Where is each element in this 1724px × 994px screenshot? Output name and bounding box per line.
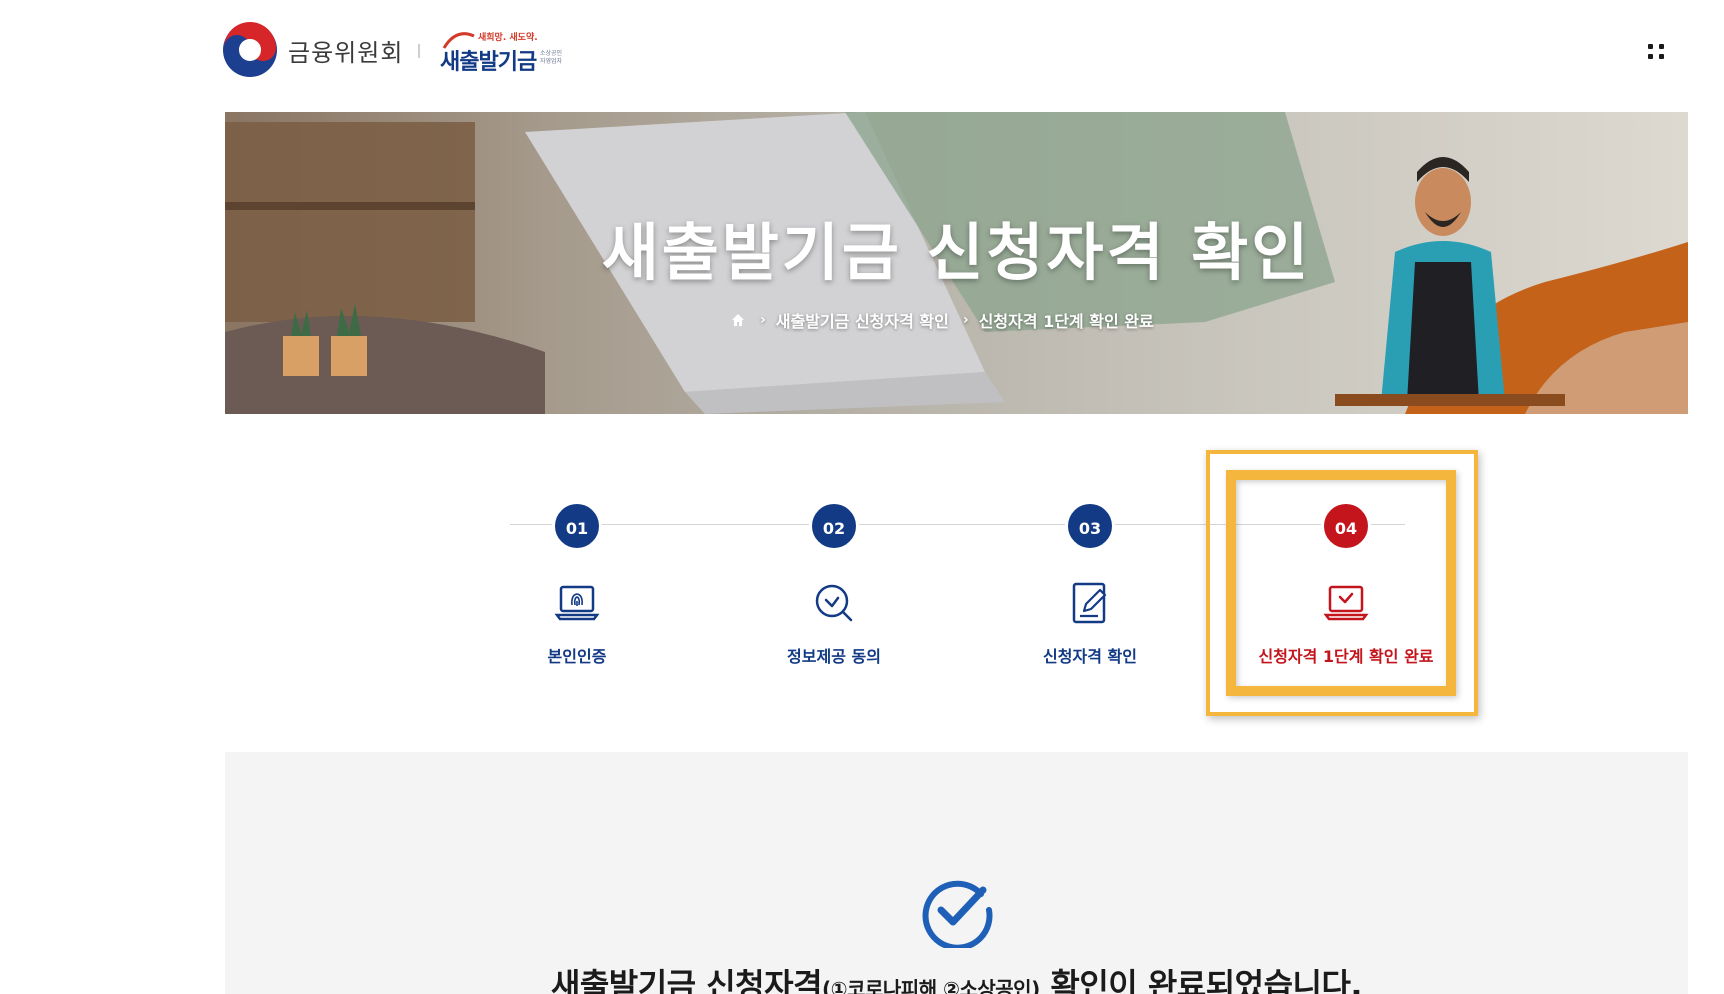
- breadcrumb-separator: ›: [760, 312, 766, 328]
- step-1: 01 본인인증: [467, 501, 687, 667]
- site-header: 금융위원회 새희망. 새도약. 새출발기금 소상공인 자영업자: [0, 0, 1724, 104]
- step-label: 본인인증: [547, 647, 607, 666]
- menu-button[interactable]: [1646, 40, 1670, 64]
- fund-logo[interactable]: 새희망. 새도약. 새출발기금 소상공인 자영업자: [438, 26, 570, 75]
- home-icon[interactable]: [730, 312, 746, 328]
- document-edit-icon: [1072, 582, 1107, 624]
- fund-slogan: 새희망. 새도약.: [478, 33, 538, 43]
- fingerprint-laptop-icon: [554, 585, 600, 621]
- step-number: 01: [552, 501, 602, 551]
- step-number: 02: [809, 501, 859, 551]
- step-2: 02 정보제공 동의: [724, 501, 944, 667]
- search-check-icon: [815, 584, 853, 622]
- logo-divider: [418, 44, 420, 58]
- grid-dots-icon: [1659, 44, 1664, 49]
- check-circle-icon: [922, 880, 993, 948]
- grid-dots-icon: [1659, 54, 1664, 59]
- fsc-logo[interactable]: 금융위원회: [222, 22, 403, 78]
- fund-sub: 소상공인 자영업자: [540, 50, 563, 65]
- grid-dots-icon: [1648, 54, 1653, 59]
- result-message-main: 새출발기금 신청자격: [550, 966, 823, 994]
- step-label: 정보제공 동의: [787, 647, 881, 666]
- step-3: 03 신청자격 확인: [980, 501, 1200, 667]
- result-panel: 새출발기금 신청자격(①코로나피해 ②소상공인) 확인이 완료되었습니다.: [225, 752, 1688, 994]
- fund-name: 새출발기금: [440, 50, 537, 75]
- grid-dots-icon: [1648, 44, 1653, 49]
- result-message-detail: (①코로나피해 ②소상공인): [822, 977, 1040, 994]
- breadcrumb-item-stage1-complete[interactable]: 신청자격 1단계 확인 완료: [979, 308, 1154, 332]
- hero-banner: 새출발기금 신청자격 확인 › 새출발기금 신청자격 확인 › 신청자격 1단계…: [225, 112, 1688, 414]
- breadcrumb: › 새출발기금 신청자격 확인 › 신청자격 1단계 확인 완료: [730, 308, 1154, 332]
- highlight-frame-inner: [1226, 470, 1456, 696]
- result-message-end: 확인이 완료되었습니다.: [1039, 966, 1363, 994]
- org-name: 금융위원회: [288, 38, 404, 67]
- step-label: 신청자격 확인: [1043, 647, 1137, 666]
- step-number: 03: [1065, 501, 1115, 551]
- breadcrumb-item-eligibility[interactable]: 새출발기금 신청자격 확인: [776, 308, 949, 332]
- page: 금융위원회 새희망. 새도약. 새출발기금 소상공인 자영업자 새출발기금 신청…: [0, 0, 1724, 994]
- page-title: 새출발기금 신청자격 확인: [601, 216, 1312, 289]
- taeguk-emblem-icon: [223, 22, 277, 77]
- breadcrumb-separator: ›: [962, 312, 969, 328]
- result-message: 새출발기금 신청자격(①코로나피해 ②소상공인) 확인이 완료되었습니다.: [225, 960, 1688, 994]
